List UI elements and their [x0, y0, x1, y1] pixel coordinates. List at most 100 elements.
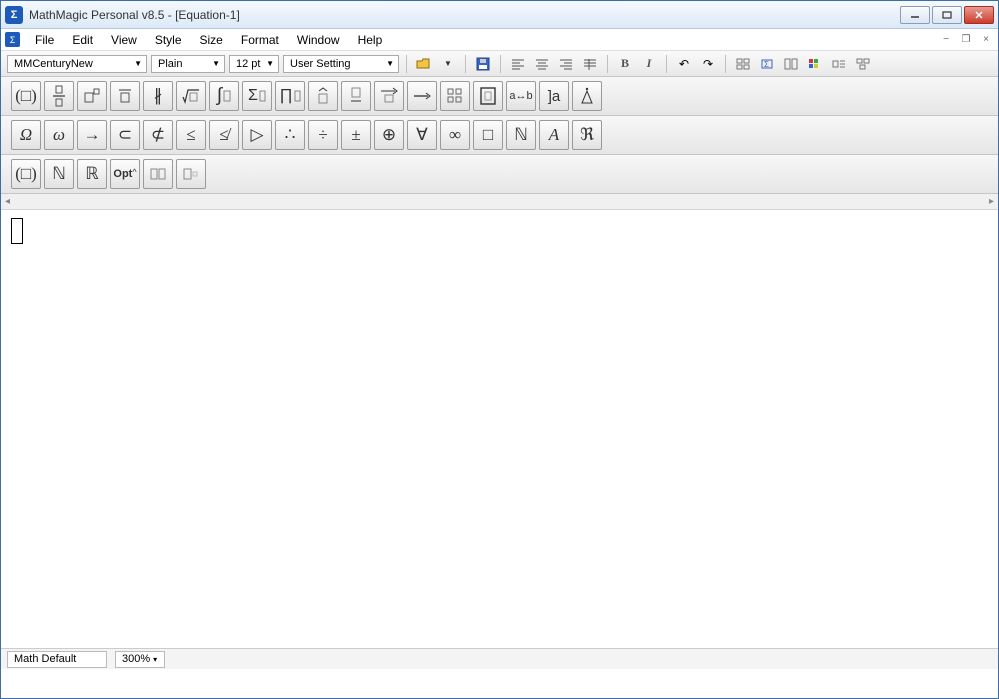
- maximize-button[interactable]: [932, 6, 962, 24]
- underbar-template-button[interactable]: [341, 81, 371, 111]
- overbar-template-button[interactable]: [110, 81, 140, 111]
- accent-template-button[interactable]: [572, 81, 602, 111]
- user-setting-dropdown[interactable]: User Setting▼: [283, 55, 399, 73]
- separator: [500, 55, 501, 73]
- blackboard-n-symbol-button[interactable]: ℕ: [506, 120, 536, 150]
- divide-symbol-button[interactable]: ÷: [308, 120, 338, 150]
- not-subset-symbol-button[interactable]: ⊄: [143, 120, 173, 150]
- color-palette-icon[interactable]: [805, 54, 825, 74]
- main-toolbar: MMCenturyNew▼ Plain▼ 12 pt▼ User Setting…: [1, 51, 998, 77]
- separator: [666, 55, 667, 73]
- menu-style[interactable]: Style: [146, 31, 191, 49]
- matrix-template-button[interactable]: [440, 81, 470, 111]
- align-right-icon[interactable]: [556, 54, 576, 74]
- font-style-value: Plain: [158, 58, 208, 70]
- layout-1-icon[interactable]: [829, 54, 849, 74]
- slash-template-button[interactable]: ∦: [143, 81, 173, 111]
- user-fence-button[interactable]: (□): [11, 159, 41, 189]
- arrow-over-template-button[interactable]: [374, 81, 404, 111]
- save-icon[interactable]: [473, 54, 493, 74]
- app-icon-small: Σ: [5, 32, 20, 47]
- infinity-symbol-button[interactable]: ∞: [440, 120, 470, 150]
- plus-minus-symbol-button[interactable]: ±: [341, 120, 371, 150]
- font-size-dropdown[interactable]: 12 pt▼: [229, 55, 279, 73]
- script-template-button[interactable]: [77, 81, 107, 111]
- status-style-cell[interactable]: Math Default: [7, 651, 107, 668]
- equation-editor[interactable]: [1, 210, 998, 648]
- radical-template-button[interactable]: [176, 81, 206, 111]
- menu-size[interactable]: Size: [191, 31, 232, 49]
- layout-2-icon[interactable]: [853, 54, 873, 74]
- menu-view[interactable]: View: [102, 31, 146, 49]
- forall-symbol-button[interactable]: ∀: [407, 120, 437, 150]
- less-equal-symbol-button[interactable]: ≤: [176, 120, 206, 150]
- window-controls: [900, 6, 994, 24]
- lowercase-greek-button[interactable]: ω: [44, 120, 74, 150]
- palette-toggle-3-icon[interactable]: [781, 54, 801, 74]
- dropdown-arrow-icon: ▼: [266, 59, 274, 68]
- bracket-template-button[interactable]: ]a: [539, 81, 569, 111]
- redo-icon[interactable]: ↷: [698, 54, 718, 74]
- scroll-left-icon[interactable]: ◂: [5, 196, 10, 207]
- font-dropdown[interactable]: MMCenturyNew▼: [7, 55, 147, 73]
- menu-help[interactable]: Help: [349, 31, 392, 49]
- long-arrow-template-button[interactable]: [407, 81, 437, 111]
- user-natural-button[interactable]: ℕ: [44, 159, 74, 189]
- circled-plus-symbol-button[interactable]: ⊕: [374, 120, 404, 150]
- zoom-dropdown[interactable]: 300%▾: [115, 651, 165, 668]
- fence-template-button[interactable]: (□): [11, 81, 41, 111]
- mdi-restore-button[interactable]: ❐: [958, 33, 974, 47]
- align-equal-icon[interactable]: [580, 54, 600, 74]
- font-style-dropdown[interactable]: Plain▼: [151, 55, 225, 73]
- uppercase-greek-button[interactable]: Ω: [11, 120, 41, 150]
- bold-icon[interactable]: B: [615, 54, 635, 74]
- equation-slot[interactable]: [11, 218, 23, 244]
- latin-a-symbol-button[interactable]: A: [539, 120, 569, 150]
- user-setting-value: User Setting: [290, 58, 382, 70]
- therefore-symbol-button[interactable]: ∴: [275, 120, 305, 150]
- palette-toggle-1-icon[interactable]: [733, 54, 753, 74]
- sum-template-button[interactable]: Σ: [242, 81, 272, 111]
- not-less-equal-symbol-button[interactable]: ≰: [209, 120, 239, 150]
- mdi-close-button[interactable]: ×: [978, 33, 994, 47]
- align-left-icon[interactable]: [508, 54, 528, 74]
- square-symbol-button[interactable]: □: [473, 120, 503, 150]
- separator: [406, 55, 407, 73]
- product-template-button[interactable]: ∏: [275, 81, 305, 111]
- mdi-minimize-button[interactable]: −: [938, 33, 954, 47]
- zoom-value: 300%: [122, 653, 150, 665]
- menubar: Σ File Edit View Style Size Format Windo…: [1, 29, 998, 51]
- horizontal-scroll-strip[interactable]: ◂ ▸: [1, 194, 998, 210]
- box-template-button[interactable]: [473, 81, 503, 111]
- spacing-template-button[interactable]: a↔b: [506, 81, 536, 111]
- user-real-button[interactable]: ℝ: [77, 159, 107, 189]
- palette-toggle-2-icon[interactable]: Σ: [757, 54, 777, 74]
- user-layout-1-button[interactable]: [143, 159, 173, 189]
- open-dropdown-icon[interactable]: ▼: [438, 54, 458, 74]
- separator: [465, 55, 466, 73]
- titlebar: Σ MathMagic Personal v8.5 - [Equation-1]: [1, 1, 998, 29]
- undo-icon[interactable]: ↶: [674, 54, 694, 74]
- triangle-symbol-button[interactable]: ▷: [242, 120, 272, 150]
- integral-template-button[interactable]: ∫: [209, 81, 239, 111]
- font-value: MMCenturyNew: [14, 58, 130, 70]
- menu-file[interactable]: File: [26, 31, 63, 49]
- subset-symbol-button[interactable]: ⊂: [110, 120, 140, 150]
- close-button[interactable]: [964, 6, 994, 24]
- fraction-template-button[interactable]: [44, 81, 74, 111]
- user-layout-2-button[interactable]: [176, 159, 206, 189]
- scroll-right-icon[interactable]: ▸: [989, 196, 994, 207]
- open-icon[interactable]: [414, 54, 434, 74]
- separator: [725, 55, 726, 73]
- user-opt-button[interactable]: Opt^: [110, 159, 140, 189]
- arrow-symbol-button[interactable]: →: [77, 120, 107, 150]
- menu-edit[interactable]: Edit: [63, 31, 102, 49]
- fraktur-r-symbol-button[interactable]: ℜ: [572, 120, 602, 150]
- menu-format[interactable]: Format: [232, 31, 288, 49]
- minimize-button[interactable]: [900, 6, 930, 24]
- hat-template-button[interactable]: [308, 81, 338, 111]
- italic-icon[interactable]: I: [639, 54, 659, 74]
- menu-window[interactable]: Window: [288, 31, 349, 49]
- align-center-icon[interactable]: [532, 54, 552, 74]
- statusbar: Math Default 300%▾: [1, 648, 998, 669]
